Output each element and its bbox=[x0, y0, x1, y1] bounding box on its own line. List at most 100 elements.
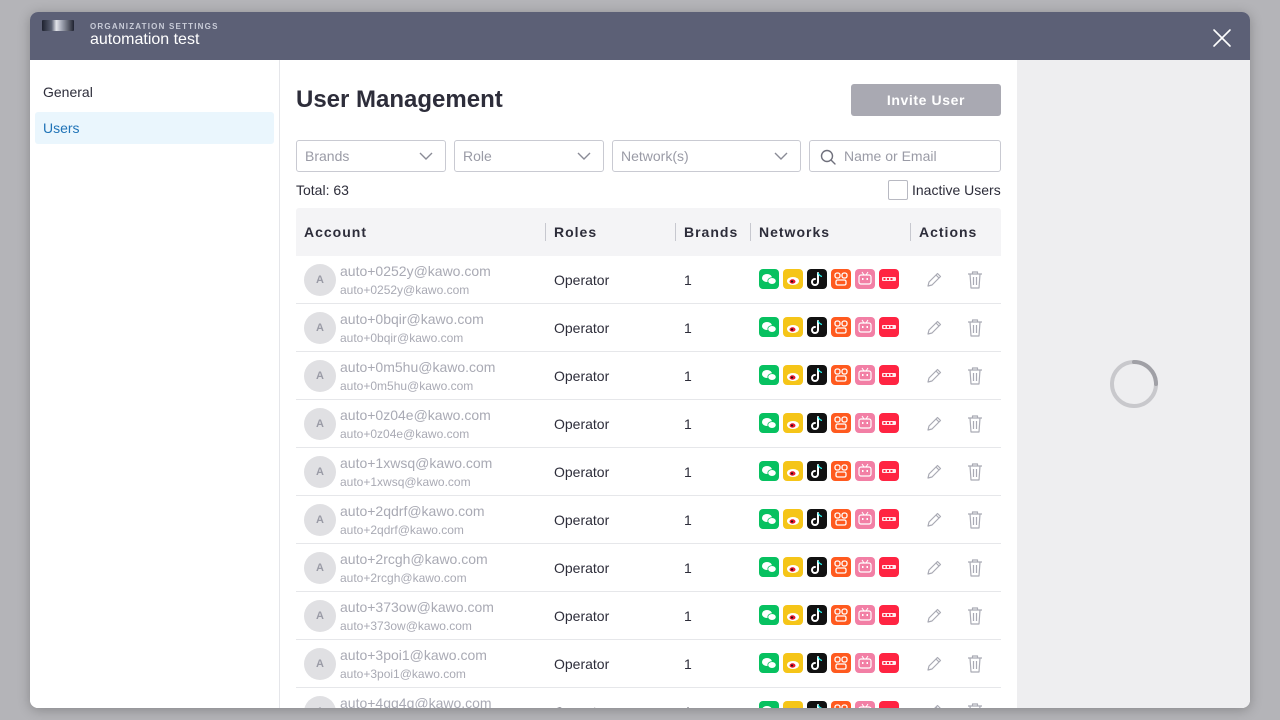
inactive-users-checkbox[interactable] bbox=[888, 180, 908, 200]
weibo-icon bbox=[783, 701, 803, 708]
brands-count-cell: 1 bbox=[684, 368, 692, 384]
edit-user-button[interactable] bbox=[925, 511, 943, 529]
role-cell: Operator bbox=[554, 656, 610, 672]
pencil-icon bbox=[927, 416, 942, 431]
role-cell: Operator bbox=[554, 512, 610, 528]
edit-user-button[interactable] bbox=[925, 367, 943, 385]
trash-icon bbox=[968, 655, 982, 673]
bilibili-icon bbox=[855, 605, 875, 625]
invite-user-button[interactable]: Invite User bbox=[851, 84, 1001, 116]
weibo-icon bbox=[783, 653, 803, 673]
role-cell: Operator bbox=[554, 560, 610, 576]
account-name: auto+3poi1@kawo.com bbox=[340, 647, 487, 663]
table-row[interactable]: Aauto+0bqir@kawo.com auto+0bqir@kawo.com O… bbox=[296, 304, 1001, 352]
trash-icon bbox=[968, 271, 982, 289]
account-email: auto+373ow@kawo.com bbox=[340, 619, 472, 633]
account-name: auto+2rcgh@kawo.com bbox=[340, 551, 488, 567]
avatar: A bbox=[304, 408, 336, 440]
role-cell: Operator bbox=[554, 608, 610, 624]
delete-user-button[interactable] bbox=[966, 654, 984, 674]
column-header-actions: Actions bbox=[919, 224, 978, 240]
close-button[interactable] bbox=[1210, 26, 1234, 50]
account-name: auto+373ow@kawo.com bbox=[340, 599, 494, 615]
xiaohongshu-icon bbox=[879, 365, 899, 385]
table-row[interactable]: Aauto+373ow@kawo.com auto+373ow@kawo.com O… bbox=[296, 592, 1001, 640]
pencil-icon bbox=[927, 272, 942, 287]
brands-count-cell: 1 bbox=[684, 688, 692, 708]
weibo-icon bbox=[783, 509, 803, 529]
bilibili-icon bbox=[855, 557, 875, 577]
edit-user-button[interactable] bbox=[925, 607, 943, 625]
account-email: auto+2qdrf@kawo.com bbox=[340, 523, 464, 537]
search-field bbox=[809, 140, 1001, 172]
kuaishou-icon bbox=[831, 461, 851, 481]
delete-user-button[interactable] bbox=[966, 318, 984, 338]
kuaishou-icon bbox=[831, 317, 851, 337]
brands-count-cell: 1 bbox=[684, 560, 692, 576]
edit-user-button[interactable] bbox=[925, 703, 943, 708]
delete-user-button[interactable] bbox=[966, 510, 984, 530]
edit-user-button[interactable] bbox=[925, 463, 943, 481]
edit-user-button[interactable] bbox=[925, 559, 943, 577]
networks-filter-placeholder: Network(s) bbox=[621, 148, 689, 164]
xiaohongshu-icon bbox=[879, 461, 899, 481]
chevron-down-icon bbox=[774, 152, 788, 160]
edit-user-button[interactable] bbox=[925, 319, 943, 337]
role-cell: Operator bbox=[554, 464, 610, 480]
table-row[interactable]: Aauto+0252y@kawo.com auto+0252y@kawo.com O… bbox=[296, 256, 1001, 304]
trash-icon bbox=[968, 463, 982, 481]
weibo-icon bbox=[783, 317, 803, 337]
table-row[interactable]: Aauto+2rcgh@kawo.com auto+2rcgh@kawo.com O… bbox=[296, 544, 1001, 592]
delete-user-button[interactable] bbox=[966, 462, 984, 482]
brands-count-cell: 1 bbox=[684, 512, 692, 528]
column-header-brands: Brands bbox=[684, 224, 739, 240]
close-icon bbox=[1213, 29, 1231, 47]
delete-user-button[interactable] bbox=[966, 606, 984, 626]
search-input[interactable] bbox=[844, 145, 994, 167]
table-row[interactable]: Aauto+0m5hu@kawo.com auto+0m5hu@kawo.com O… bbox=[296, 352, 1001, 400]
bilibili-icon bbox=[855, 653, 875, 673]
detail-pane bbox=[1017, 60, 1250, 708]
douyin-icon bbox=[807, 509, 827, 529]
delete-user-button[interactable] bbox=[966, 366, 984, 386]
brands-filter-select[interactable]: Brands bbox=[296, 140, 446, 172]
delete-user-button[interactable] bbox=[966, 702, 984, 708]
weibo-icon bbox=[783, 269, 803, 289]
xiaohongshu-icon bbox=[879, 701, 899, 708]
table-row[interactable]: Aauto+1xwsq@kawo.com auto+1xwsq@kawo.com O… bbox=[296, 448, 1001, 496]
bilibili-icon bbox=[855, 365, 875, 385]
trash-icon bbox=[968, 319, 982, 337]
avatar: A bbox=[304, 504, 336, 536]
avatar: A bbox=[304, 552, 336, 584]
weibo-icon bbox=[783, 365, 803, 385]
xiaohongshu-icon bbox=[879, 653, 899, 673]
douyin-icon bbox=[807, 653, 827, 673]
table-row[interactable]: Aauto+2qdrf@kawo.com auto+2qdrf@kawo.com O… bbox=[296, 496, 1001, 544]
role-cell: Operator bbox=[554, 272, 610, 288]
search-icon bbox=[820, 149, 836, 165]
edit-user-button[interactable] bbox=[925, 655, 943, 673]
role-filter-select[interactable]: Role bbox=[454, 140, 604, 172]
kuaishou-icon bbox=[831, 509, 851, 529]
delete-user-button[interactable] bbox=[966, 558, 984, 578]
delete-user-button[interactable] bbox=[966, 270, 984, 290]
trash-icon bbox=[968, 511, 982, 529]
trash-icon bbox=[968, 367, 982, 385]
column-divider bbox=[675, 223, 676, 241]
networks-filter-select[interactable]: Network(s) bbox=[612, 140, 801, 172]
xiaohongshu-icon bbox=[879, 509, 899, 529]
wechat-icon bbox=[759, 413, 779, 433]
pencil-icon bbox=[927, 320, 942, 335]
table-row[interactable]: Aauto+0z04e@kawo.com auto+0z04e@kawo.com O… bbox=[296, 400, 1001, 448]
sidebar-item-general[interactable]: General bbox=[35, 76, 274, 108]
table-row[interactable]: Aauto+3poi1@kawo.com auto+3poi1@kawo.com O… bbox=[296, 640, 1001, 688]
edit-user-button[interactable] bbox=[925, 271, 943, 289]
delete-user-button[interactable] bbox=[966, 414, 984, 434]
inactive-users-label[interactable]: Inactive Users bbox=[912, 182, 1001, 198]
avatar: A bbox=[304, 264, 336, 296]
table-row[interactable]: Aauto+4qq4q@kawo.comauto+4qq4q@kawo.comO… bbox=[296, 688, 1001, 708]
sidebar-item-users[interactable]: Users bbox=[35, 112, 274, 144]
brands-count-cell: 1 bbox=[684, 320, 692, 336]
edit-user-button[interactable] bbox=[925, 415, 943, 433]
account-name: auto+1xwsq@kawo.com bbox=[340, 455, 493, 471]
